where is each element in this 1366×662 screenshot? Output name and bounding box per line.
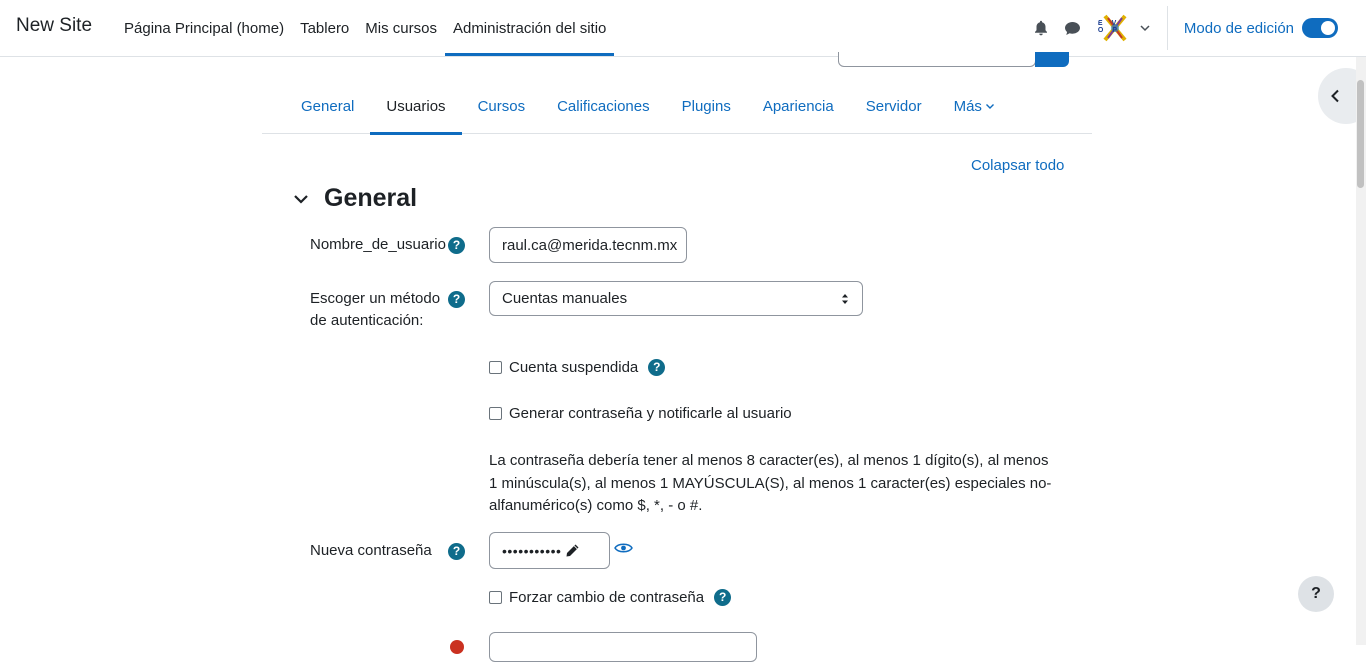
suspended-label[interactable]: Cuenta suspendida bbox=[509, 359, 638, 376]
scrollbar-thumb[interactable] bbox=[1357, 80, 1364, 188]
nav-home[interactable]: Página Principal (home) bbox=[116, 0, 292, 56]
nav-dashboard[interactable]: Tablero bbox=[292, 0, 357, 56]
user-menu[interactable]: EV OP bbox=[1096, 0, 1151, 56]
chevron-left-icon bbox=[1331, 89, 1339, 103]
tab-appearance[interactable]: Apariencia bbox=[747, 78, 850, 134]
suspended-checkbox[interactable] bbox=[489, 361, 502, 374]
required-icon bbox=[450, 640, 464, 654]
help-icon[interactable]: ? bbox=[448, 237, 465, 254]
primary-navigation: Página Principal (home) Tablero Mis curs… bbox=[116, 0, 615, 56]
edit-mode-switch[interactable] bbox=[1302, 18, 1338, 38]
generate-password-checkbox[interactable] bbox=[489, 407, 502, 420]
tab-grades[interactable]: Calificaciones bbox=[541, 78, 666, 134]
chat-icon bbox=[1065, 21, 1081, 35]
admin-search-input[interactable] bbox=[838, 52, 1036, 67]
admin-search-button[interactable] bbox=[1035, 52, 1069, 67]
navbar-right: EV OP Modo de edición bbox=[1025, 0, 1366, 56]
messages-button[interactable] bbox=[1057, 0, 1089, 56]
secondary-navigation: General Usuarios Cursos Calificaciones P… bbox=[262, 78, 1092, 135]
username-value: raul.ca@merida.tecnm.mx bbox=[502, 236, 678, 254]
chevron-down-icon bbox=[294, 194, 308, 204]
section-title: General bbox=[324, 184, 418, 212]
tab-more-label: Más bbox=[953, 97, 982, 115]
section-general-toggle[interactable]: General bbox=[292, 184, 417, 213]
force-change-checkbox[interactable] bbox=[489, 591, 502, 604]
edit-mode-label: Modo de edición bbox=[1183, 19, 1294, 37]
select-arrows-icon bbox=[842, 294, 848, 304]
generate-password-label[interactable]: Generar contraseña y notificarle al usua… bbox=[509, 405, 792, 422]
chevron-down-icon bbox=[985, 103, 994, 109]
edit-mode-toggle[interactable]: Modo de edición bbox=[1184, 18, 1338, 38]
password-mask: ••••••••••• bbox=[502, 542, 562, 559]
nav-site-administration[interactable]: Administración del sitio bbox=[444, 0, 615, 56]
auth-method-value: Cuentas manuales bbox=[502, 290, 628, 307]
force-change-row: Forzar cambio de contraseña ? bbox=[489, 589, 732, 606]
auth-method-label-line2: de autenticación: bbox=[310, 312, 424, 329]
eye-icon[interactable] bbox=[614, 541, 633, 555]
tab-courses[interactable]: Cursos bbox=[462, 78, 542, 134]
tab-server[interactable]: Servidor bbox=[850, 78, 938, 134]
tab-general[interactable]: General bbox=[285, 78, 370, 134]
site-brand[interactable]: New Site bbox=[16, 15, 92, 37]
username-field[interactable]: raul.ca@merida.tecnm.mx bbox=[489, 227, 687, 263]
auth-method-label-line1: Escoger un método bbox=[310, 290, 441, 307]
navbar-divider bbox=[1166, 6, 1168, 50]
notifications-button[interactable] bbox=[1025, 0, 1057, 56]
auth-method-label: Escoger un método de autenticación: bbox=[310, 288, 440, 332]
new-password-label: Nueva contraseña bbox=[310, 542, 432, 559]
help-button[interactable]: ? bbox=[1298, 576, 1334, 612]
bell-icon bbox=[1034, 20, 1047, 36]
help-icon[interactable]: ? bbox=[448, 543, 465, 560]
collapse-all-link[interactable]: Colapsar todo bbox=[971, 157, 1064, 174]
avatar: EV OP bbox=[1096, 10, 1133, 46]
avatar-text: EV OP bbox=[1097, 20, 1127, 34]
new-password-field[interactable]: ••••••••••• bbox=[489, 532, 610, 569]
help-icon[interactable]: ? bbox=[648, 359, 666, 376]
tab-users[interactable]: Usuarios bbox=[370, 78, 462, 135]
tab-plugins[interactable]: Plugins bbox=[666, 78, 747, 134]
help-icon[interactable]: ? bbox=[714, 589, 732, 606]
top-navbar: New Site Página Principal (home) Tablero… bbox=[0, 0, 1366, 57]
nav-my-courses[interactable]: Mis cursos bbox=[357, 0, 445, 56]
pencil-icon bbox=[566, 544, 579, 557]
next-field-input[interactable] bbox=[489, 632, 757, 662]
suspended-row: Cuenta suspendida ? bbox=[489, 359, 666, 376]
tab-more[interactable]: Más bbox=[938, 78, 1011, 134]
force-change-label[interactable]: Forzar cambio de contraseña bbox=[509, 589, 704, 606]
username-label: Nombre_de_usuario bbox=[310, 236, 446, 253]
chevron-down-icon bbox=[1140, 25, 1150, 32]
help-icon[interactable]: ? bbox=[448, 291, 465, 308]
generate-password-row: Generar contraseña y notificarle al usua… bbox=[489, 405, 792, 422]
password-policy-text: La contraseña debería tener al menos 8 c… bbox=[489, 452, 1052, 514]
auth-method-select[interactable]: Cuentas manuales bbox=[489, 281, 863, 316]
